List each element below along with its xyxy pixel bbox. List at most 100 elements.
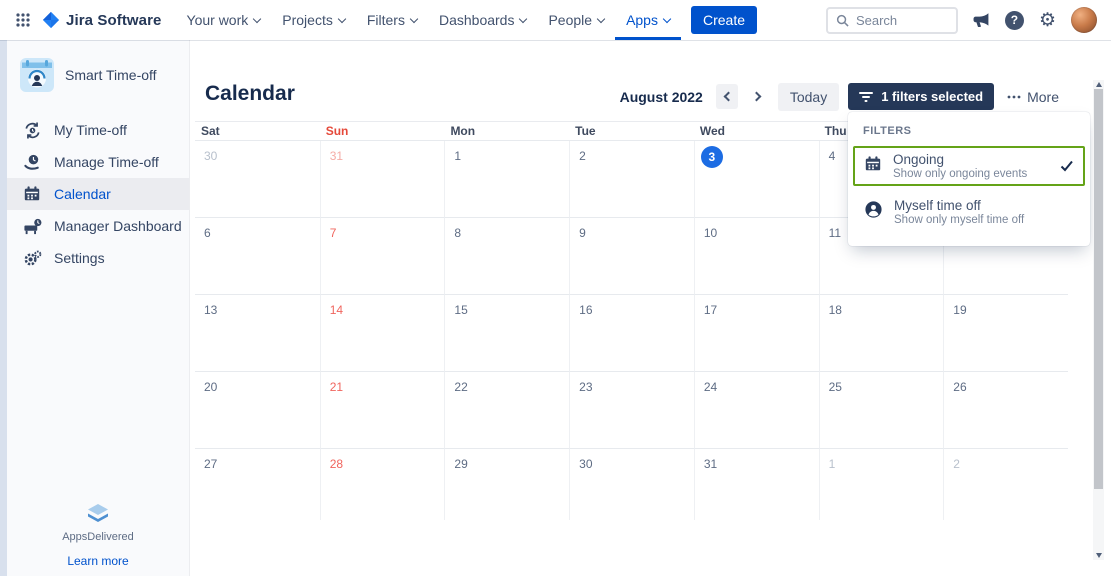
nav-item-apps[interactable]: Apps [615,0,681,40]
jira-logo-text: Jira Software [66,12,162,29]
date-number: 16 [570,295,694,317]
calendar-icon [22,185,42,203]
calendar-cell[interactable]: 10 [694,218,819,295]
calendar-cell[interactable]: 31 [320,141,445,218]
megaphone-icon[interactable] [973,12,990,29]
help-icon[interactable]: ? [1005,11,1024,30]
month-label: August 2022 [620,89,703,105]
calendar-cell[interactable]: 19 [943,295,1068,372]
date-number: 31 [321,141,445,163]
sidebar-item-my-time-off[interactable]: My Time-off [7,114,189,146]
scrollbar-up-arrow[interactable] [1093,80,1104,89]
topnav-right: ? ⚙ [826,7,1097,34]
user-avatar[interactable] [1071,7,1097,33]
chevron-right-icon [751,92,761,102]
day-header-sun: Sun [320,124,445,138]
nav-item-filters[interactable]: Filters [356,0,428,40]
chevron-down-icon [338,14,346,22]
date-number: 6 [195,218,320,240]
chevron-down-icon [519,14,527,22]
app-switcher-icon[interactable] [10,7,36,33]
calendar-cell[interactable]: 22 [444,372,569,449]
jira-logo[interactable]: Jira Software [42,11,162,29]
scrollbar-thumb[interactable] [1094,89,1103,489]
date-number: 1 [820,449,944,471]
calendar-cell[interactable]: 2 [943,449,1068,520]
calendar-cell[interactable]: 2 [569,141,694,218]
calendar-cell[interactable]: 25 [819,372,944,449]
calendar-cell[interactable]: 14 [320,295,445,372]
nav-item-dashboards[interactable]: Dashboards [428,0,538,40]
date-number: 26 [944,372,1068,394]
filter-option-ongoing[interactable]: OngoingShow only ongoing events [853,146,1085,186]
selected-day: 3 [701,146,723,168]
calendar-cell[interactable]: 26 [943,372,1068,449]
date-number: 25 [820,372,944,394]
calendar-cell[interactable]: 13 [195,295,320,372]
filter-option-title: Ongoing [893,152,1027,167]
search-icon [836,14,849,27]
next-month-button[interactable] [747,84,769,109]
more-label: More [1027,89,1059,105]
calendar-toolbar: August 2022 Today 1 filters selected Mor… [620,83,1059,110]
vertical-scrollbar[interactable] [1093,80,1104,560]
scrollbar-down-arrow[interactable] [1093,551,1104,560]
main-content: Calendar August 2022 Today 1 filters sel… [190,40,1111,576]
calendar-cell[interactable]: 27 [195,449,320,520]
calendar-cell[interactable]: 9 [569,218,694,295]
calendar-cell[interactable]: 1 [444,141,569,218]
sidebar-app-header[interactable]: Smart Time-off [7,40,189,104]
manage-time-icon [22,153,42,172]
filters-selected-button[interactable]: 1 filters selected [848,83,994,110]
filter-option-subtitle: Show only myself time off [894,214,1024,226]
calendar-cell[interactable]: 24 [694,372,819,449]
calendar-cell[interactable]: 3 [694,141,819,218]
calendar-cell[interactable]: 1 [819,449,944,520]
sidebar-item-label: My Time-off [54,122,127,138]
nav-item-projects[interactable]: Projects [271,0,356,40]
calendar-cell[interactable]: 30 [195,141,320,218]
calendar-cell[interactable]: 15 [444,295,569,372]
nav-item-label: People [548,12,592,28]
calendar-cell[interactable]: 16 [569,295,694,372]
day-header-wed: Wed [694,124,819,138]
nav-item-your-work[interactable]: Your work [176,0,272,40]
sidebar-item-manage-time-off[interactable]: Manage Time-off [7,146,189,178]
sidebar-item-calendar[interactable]: Calendar [7,178,189,210]
app-body: Smart Time-off My Time-off Manage Time-of… [0,40,1111,576]
filters-popup-header: FILTERS [848,121,1090,146]
calendar-cell[interactable]: 23 [569,372,694,449]
today-button[interactable]: Today [778,83,839,111]
sidebar-item-settings[interactable]: Settings [7,242,189,274]
calendar-cell[interactable]: 18 [819,295,944,372]
calendar-cell[interactable]: 6 [195,218,320,295]
calendar-cell[interactable]: 21 [320,372,445,449]
create-button[interactable]: Create [691,6,757,34]
date-number: 27 [195,449,320,471]
prev-month-button[interactable] [716,84,738,109]
calendar-cell[interactable]: 8 [444,218,569,295]
nav-item-label: Projects [282,12,333,28]
calendar-cell[interactable]: 17 [694,295,819,372]
nav-item-label: Your work [187,12,249,28]
filters-popup-options: OngoingShow only ongoing events Myself ti… [848,146,1090,232]
filter-option-myself-time-off[interactable]: Myself time offShow only myself time off [853,192,1085,232]
calendar-cell[interactable]: 28 [320,449,445,520]
calendar-cell[interactable]: 20 [195,372,320,449]
settings-gear-icon[interactable]: ⚙ [1039,11,1056,30]
calendar-cell[interactable]: 30 [569,449,694,520]
calendar-cell[interactable]: 31 [694,449,819,520]
search-input[interactable] [856,13,946,28]
grid-dots-icon [16,13,30,27]
chevron-down-icon [663,14,671,22]
calendar-cell[interactable]: 29 [444,449,569,520]
nav-item-people[interactable]: People [537,0,615,40]
nav-item-label: Dashboards [439,12,515,28]
calendar-cell[interactable]: 7 [320,218,445,295]
sidebar-item-manager-dashboard[interactable]: Manager Dashboard [7,210,189,242]
learn-more-link[interactable]: Learn more [67,554,128,568]
search-box[interactable] [826,7,958,34]
date-number: 21 [321,372,445,394]
more-button[interactable]: More [1007,89,1059,105]
top-navigation-bar: Jira Software Your work Projects Filters Da… [0,0,1111,40]
